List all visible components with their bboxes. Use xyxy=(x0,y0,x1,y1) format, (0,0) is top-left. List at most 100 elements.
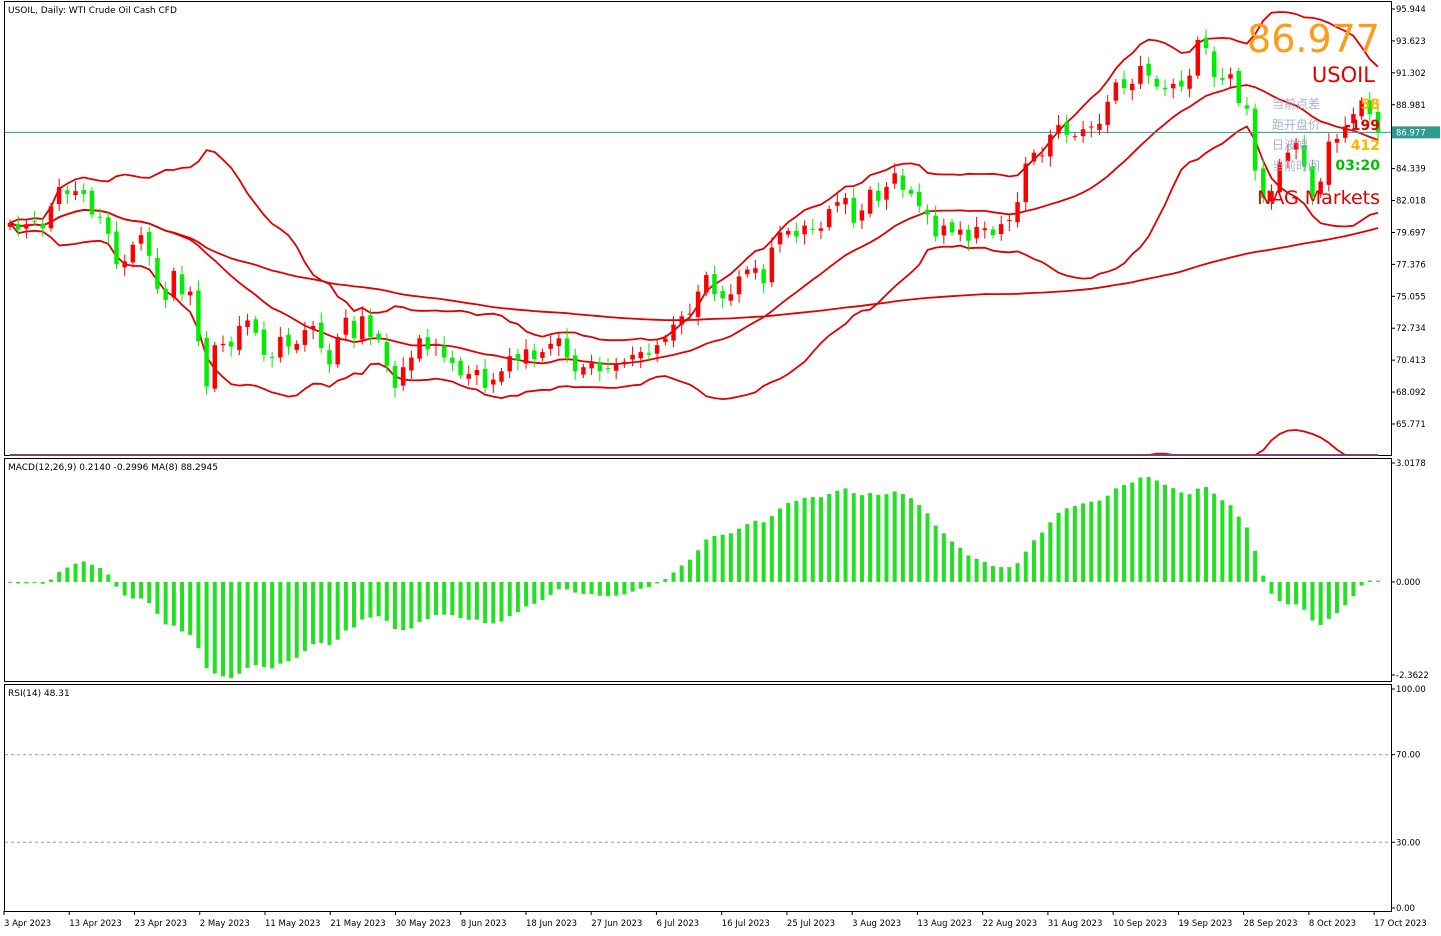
price-tick-label: 79.697 xyxy=(1396,228,1426,238)
candle-body xyxy=(384,341,390,366)
overlay-daily-label: 日波幅 xyxy=(1272,137,1308,152)
rsi-tick-label: 70.00 xyxy=(1396,751,1420,761)
candle-body xyxy=(990,229,996,236)
candle-body xyxy=(1089,126,1094,128)
overlay-time-value: 03:20 xyxy=(1335,158,1380,174)
candle-body xyxy=(417,338,422,359)
candle-body xyxy=(1187,75,1192,89)
macd-bar xyxy=(286,581,291,662)
candle-body xyxy=(1064,121,1069,135)
candle-body xyxy=(1031,152,1037,162)
macd-bar xyxy=(679,565,684,582)
candle-body xyxy=(704,275,709,293)
candle-body xyxy=(196,290,201,342)
candle-body xyxy=(687,313,693,315)
time-tick-label: 27 Jun 2023 xyxy=(591,919,642,929)
candle-body xyxy=(400,367,406,386)
price-tick-label: 75.055 xyxy=(1396,292,1426,302)
candle-body xyxy=(1195,39,1201,76)
candle-body xyxy=(695,291,701,317)
candle-body xyxy=(335,336,340,365)
macd-bar xyxy=(851,493,856,582)
macd-bar xyxy=(1318,581,1323,625)
candle-body xyxy=(261,329,267,355)
candle-body xyxy=(1138,65,1143,84)
macd-bar xyxy=(409,581,414,629)
macd-bar xyxy=(835,490,840,582)
macd-bar xyxy=(999,567,1004,582)
macd-bar xyxy=(106,574,111,582)
candle-body xyxy=(728,294,734,301)
macd-bar xyxy=(1064,508,1069,582)
macd-bar xyxy=(1187,494,1192,582)
candle-body xyxy=(286,334,291,347)
macd-bar xyxy=(147,581,152,603)
candle-body xyxy=(32,220,37,222)
macd-bar xyxy=(589,581,594,594)
candle-body xyxy=(212,345,218,389)
candle-body xyxy=(917,191,922,207)
macd-bar xyxy=(1113,488,1118,582)
macd-bar xyxy=(180,581,185,632)
macd-bar xyxy=(1310,581,1315,621)
candle-body xyxy=(1146,63,1151,76)
macd-bar xyxy=(720,534,725,582)
macd-bar xyxy=(909,498,914,582)
macd-bar xyxy=(638,581,643,589)
candle-body xyxy=(835,202,840,206)
price-tick-label: 91.302 xyxy=(1396,69,1426,79)
price-tick-label: 68.092 xyxy=(1396,388,1426,398)
time-tick-label: 8 Jun 2023 xyxy=(461,919,507,929)
macd-bar xyxy=(892,491,897,582)
macd-bar xyxy=(630,581,635,592)
candle-body xyxy=(499,371,504,382)
main-pane-frame xyxy=(4,1,1392,456)
macd-bar xyxy=(524,581,529,607)
time-tick-label: 6 Jul 2023 xyxy=(656,919,699,929)
candle-body xyxy=(245,320,250,328)
candle-body xyxy=(1170,83,1176,89)
rsi-tick-label: 30.00 xyxy=(1396,838,1420,848)
candle-body xyxy=(630,354,635,360)
candle-body xyxy=(745,269,750,275)
candle-body xyxy=(810,228,816,230)
trading-chart: 95.944 93.623 91.302 88.981 86.977 84.339 82.0… xyxy=(3,1,1440,929)
candle-body xyxy=(884,187,889,200)
macd-bar xyxy=(212,581,217,674)
rsi-tick-label: 100.00 xyxy=(1396,685,1426,695)
macd-bar xyxy=(1146,477,1151,582)
macd-bar xyxy=(89,564,94,582)
macd-bar xyxy=(499,581,504,622)
chart-title: USOIL, Daily: WTI Crude Oil Cash CFD xyxy=(8,6,177,16)
macd-tick-label: 3.0178 xyxy=(1396,459,1426,469)
macd-bar xyxy=(327,581,332,646)
candle-body xyxy=(777,232,783,245)
macd-bar xyxy=(868,493,873,582)
candle-body xyxy=(540,352,545,358)
macd-bar xyxy=(1171,488,1176,582)
candle-body xyxy=(474,369,480,376)
macd-bar xyxy=(728,533,733,582)
time-tick-label: 3 Aug 2023 xyxy=(852,919,901,929)
price-tick-label: 70.413 xyxy=(1396,356,1426,366)
candle-body xyxy=(982,228,988,231)
candle-body xyxy=(843,198,848,205)
time-tick-label: 2 May 2023 xyxy=(200,919,250,929)
candle-body xyxy=(433,343,439,347)
candle-body xyxy=(1179,80,1184,87)
macd-bar xyxy=(229,581,234,679)
candle-body xyxy=(81,190,86,194)
candle-body xyxy=(319,322,324,348)
candle-body xyxy=(802,225,807,235)
candle-body xyxy=(581,367,586,375)
price-tick-label: 72.734 xyxy=(1396,324,1426,334)
overlay-brand: NAG Markets xyxy=(1257,187,1380,209)
macd-bar xyxy=(1220,500,1225,582)
candle-body xyxy=(310,325,316,329)
macd-bar xyxy=(384,581,389,621)
macd-bar xyxy=(343,581,348,631)
candle-body xyxy=(1326,141,1332,185)
macd-bar xyxy=(196,581,201,649)
candle-body xyxy=(368,315,373,337)
macd-bar xyxy=(802,497,807,582)
